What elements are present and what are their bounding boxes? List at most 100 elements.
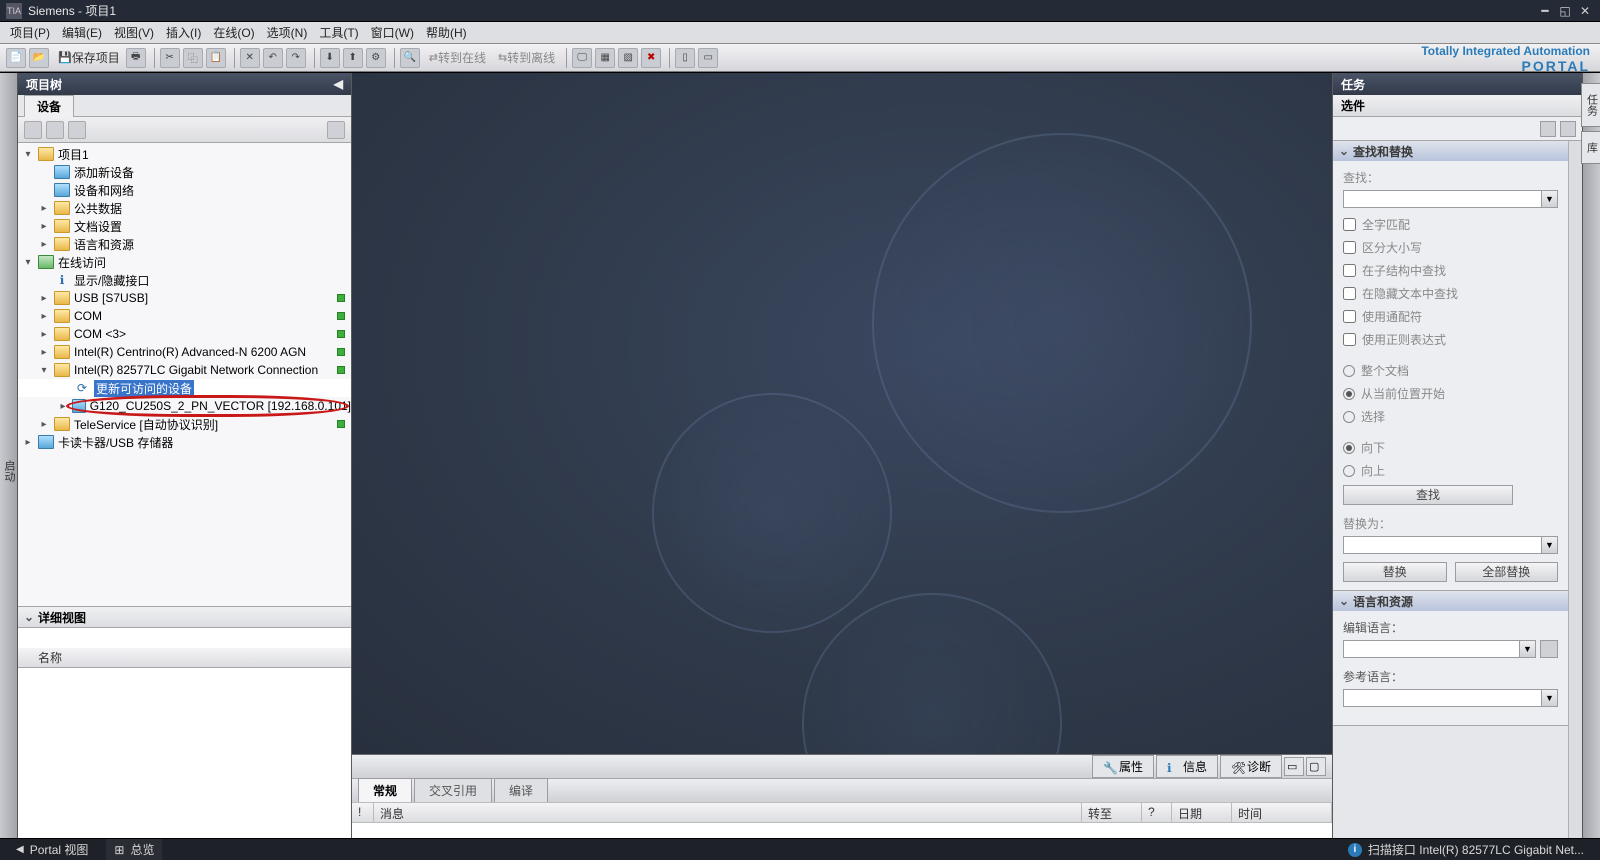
tree-intel-wifi[interactable]: ▸Intel(R) Centrino(R) Advanced-N 6200 AG…	[18, 343, 351, 361]
project-tree[interactable]: ▾项目1 添加新设备 设备和网络 ▸公共数据 ▸文档设置 ▸语言和资源 ▾在线访…	[18, 143, 351, 606]
scope-from-current[interactable]: 从当前位置开始	[1343, 385, 1558, 402]
opt-substructure[interactable]: 在子结构中查找	[1343, 262, 1558, 279]
tree-doc-settings[interactable]: ▸文档设置	[18, 217, 351, 235]
save-project-button[interactable]: 💾 保存项目	[52, 48, 126, 68]
menu-insert[interactable]: 插入(I)	[160, 22, 207, 43]
delete-icon[interactable]: ✕	[240, 48, 260, 68]
inspector-min-icon[interactable]: ▭	[1284, 757, 1304, 776]
go-offline-button[interactable]: ⇆ 转到离线	[492, 48, 561, 68]
menu-online[interactable]: 在线(O)	[207, 22, 260, 43]
opt-wildcards[interactable]: 使用通配符	[1343, 308, 1558, 325]
device-view-icon[interactable]: ▦	[595, 48, 615, 68]
options-tool2-icon[interactable]	[1560, 121, 1576, 137]
subtab-xref[interactable]: 交叉引用	[414, 778, 492, 803]
tree-nav-back-icon[interactable]	[46, 121, 64, 139]
menu-edit[interactable]: 编辑(E)	[56, 22, 108, 43]
tree-com[interactable]: ▸COM	[18, 307, 351, 325]
replace-dropdown-icon[interactable]: ▼	[1542, 536, 1558, 554]
side-tab-library[interactable]: 库	[1581, 131, 1600, 164]
menu-options[interactable]: 选项(N)	[261, 22, 314, 43]
open-project-icon[interactable]: 📂	[29, 48, 49, 68]
options-tool1-icon[interactable]	[1540, 121, 1556, 137]
replace-all-button[interactable]: 全部替换	[1455, 562, 1559, 582]
network-view-icon[interactable]: ▧	[618, 48, 638, 68]
tree-new-icon[interactable]	[24, 121, 42, 139]
detail-view-header[interactable]: ⌄详细视图	[18, 606, 351, 628]
find-input[interactable]	[1343, 190, 1542, 208]
tree-usb[interactable]: ▸USB [S7USB]	[18, 289, 351, 307]
tree-card-reader[interactable]: ▸卡读卡器/USB 存储器	[18, 433, 351, 451]
opt-whole-word[interactable]: 全字匹配	[1343, 216, 1558, 233]
overview-button[interactable]: ⊞ 总览	[106, 839, 162, 860]
find-dropdown-icon[interactable]: ▼	[1542, 190, 1558, 208]
tree-add-device[interactable]: 添加新设备	[18, 163, 351, 181]
subtab-general[interactable]: 常规	[358, 778, 412, 803]
opt-hidden[interactable]: 在隐藏文本中查找	[1343, 285, 1558, 302]
tree-lang-resources[interactable]: ▸语言和资源	[18, 235, 351, 253]
upload-icon[interactable]: ⬆	[343, 48, 363, 68]
print-icon[interactable]: 🖶	[126, 48, 146, 68]
tree-nav-fwd-icon[interactable]	[68, 121, 86, 139]
collapse-left-icon[interactable]: ◀	[334, 77, 343, 91]
menu-window[interactable]: 窗口(W)	[365, 22, 420, 43]
opt-match-case[interactable]: 区分大小写	[1343, 239, 1558, 256]
tab-properties[interactable]: 🔧属性	[1092, 755, 1154, 778]
tree-refresh-devices[interactable]: ⟳更新可访问的设备	[18, 379, 351, 397]
tree-teleservice[interactable]: ▸TeleService [自动协议识别]	[18, 415, 351, 433]
edit-lang-action-icon[interactable]	[1540, 640, 1558, 658]
portal-view-button[interactable]: ◀Portal 视图	[8, 839, 96, 860]
replace-input[interactable]	[1343, 536, 1542, 554]
edit-lang-dropdown-icon[interactable]: ▼	[1520, 640, 1536, 658]
download-icon[interactable]: ⬇	[320, 48, 340, 68]
tree-com3[interactable]: ▸COM <3>	[18, 325, 351, 343]
minimize-button[interactable]: ━	[1536, 4, 1554, 18]
split-v-icon[interactable]: ▭	[698, 48, 718, 68]
copy-icon[interactable]: ⿻	[183, 48, 203, 68]
tree-root[interactable]: ▾项目1	[18, 145, 351, 163]
scope-whole-doc[interactable]: 整个文档	[1343, 362, 1558, 379]
search-icon[interactable]: 🔍	[400, 48, 420, 68]
maximize-button[interactable]: ◱	[1556, 4, 1574, 18]
scope-selection[interactable]: 选择	[1343, 408, 1558, 425]
undo-icon[interactable]: ↶	[263, 48, 283, 68]
find-button[interactable]: 查找	[1343, 485, 1513, 505]
devices-tab[interactable]: 设备	[24, 95, 74, 117]
dir-down[interactable]: 向下	[1343, 439, 1558, 456]
menu-help[interactable]: 帮助(H)	[420, 22, 473, 43]
find-replace-header[interactable]: ⌄查找和替换	[1333, 141, 1568, 161]
ref-lang-dropdown-icon[interactable]: ▼	[1542, 689, 1558, 707]
side-tab-tasks[interactable]: 任务	[1581, 83, 1600, 127]
tree-intel-eth[interactable]: ▾Intel(R) 82577LC Gigabit Network Connec…	[18, 361, 351, 379]
tasks-scrollbar[interactable]	[1568, 141, 1582, 838]
tree-devices-networks[interactable]: 设备和网络	[18, 181, 351, 199]
lang-resources-header[interactable]: ⌄语言和资源	[1333, 591, 1568, 611]
ref-lang-input[interactable]	[1343, 689, 1542, 707]
tree-g120-device[interactable]: ▸G120_CU250S_2_PN_VECTOR [192.168.0.101]	[18, 397, 351, 415]
tree-common-data[interactable]: ▸公共数据	[18, 199, 351, 217]
opt-regex[interactable]: 使用正则表达式	[1343, 331, 1558, 348]
edit-lang-input[interactable]	[1343, 640, 1520, 658]
hmi-icon[interactable]: 🖵	[572, 48, 592, 68]
cut-icon[interactable]: ✂	[160, 48, 180, 68]
paste-icon[interactable]: 📋	[206, 48, 226, 68]
stop-icon[interactable]: ✖	[641, 48, 661, 68]
menu-tools[interactable]: 工具(T)	[313, 22, 364, 43]
split-h-icon[interactable]: ▯	[675, 48, 695, 68]
tree-online-access[interactable]: ▾在线访问	[18, 253, 351, 271]
subtab-compile[interactable]: 编译	[494, 778, 548, 803]
menu-project[interactable]: 项目(P)	[4, 22, 56, 43]
menu-view[interactable]: 视图(V)	[108, 22, 160, 43]
side-tab-start[interactable]: 启动	[0, 73, 18, 838]
go-online-button[interactable]: ⇄ 转到在线	[423, 48, 492, 68]
tree-settings-icon[interactable]	[327, 121, 345, 139]
compile-icon[interactable]: ⚙	[366, 48, 386, 68]
replace-button[interactable]: 替换	[1343, 562, 1447, 582]
dir-up[interactable]: 向上	[1343, 462, 1558, 479]
inspector-max-icon[interactable]: ▢	[1306, 757, 1326, 776]
tree-show-hidden[interactable]: ℹ显示/隐藏接口	[18, 271, 351, 289]
redo-icon[interactable]: ↷	[286, 48, 306, 68]
close-button[interactable]: ✕	[1576, 4, 1594, 18]
tab-info[interactable]: ℹ信息	[1156, 755, 1218, 778]
new-project-icon[interactable]: 📄	[6, 48, 26, 68]
tab-diagnostics[interactable]: 🛠诊断	[1220, 755, 1282, 778]
